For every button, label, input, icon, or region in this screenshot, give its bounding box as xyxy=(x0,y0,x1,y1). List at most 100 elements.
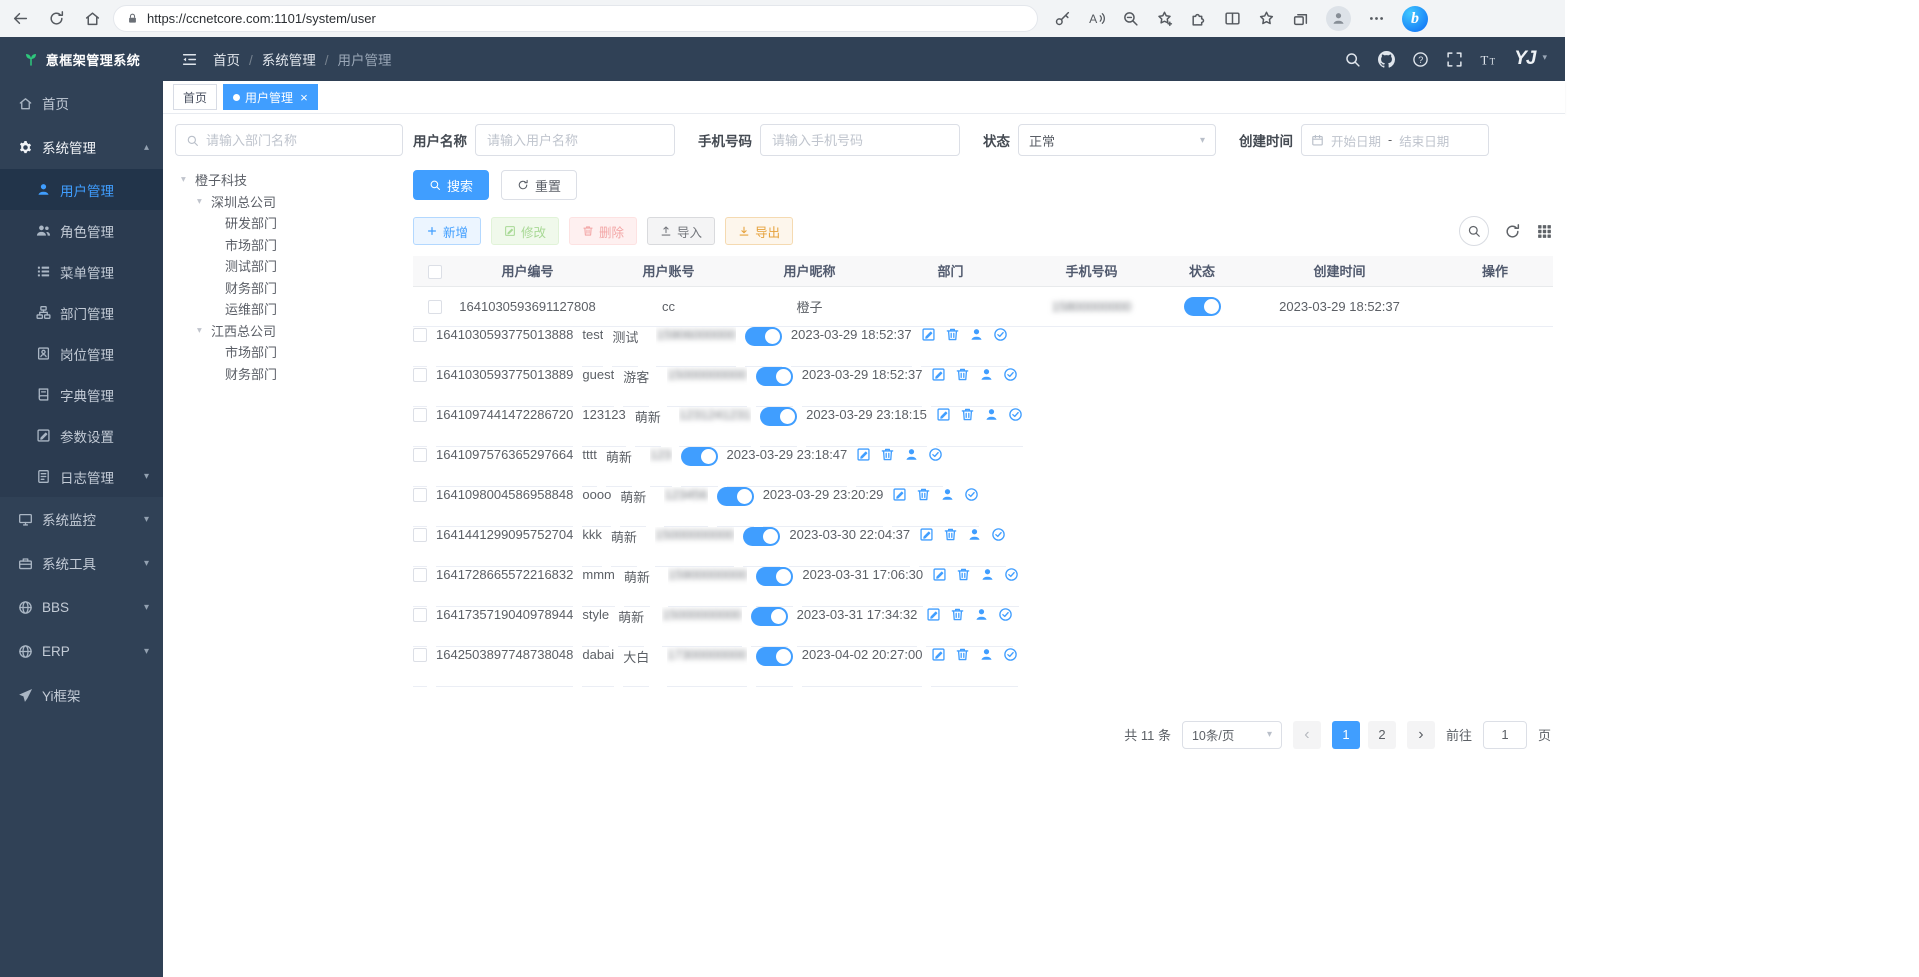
edit-row-icon[interactable] xyxy=(926,607,941,622)
row-checkbox[interactable] xyxy=(428,300,442,314)
export-button[interactable]: 导出 xyxy=(725,217,793,245)
reset-password-icon[interactable] xyxy=(980,567,995,582)
github-icon[interactable] xyxy=(1378,51,1395,68)
page-size-select[interactable]: 10条/页 xyxy=(1182,721,1282,749)
extensions-icon[interactable] xyxy=(1190,10,1207,27)
sidebar-item[interactable]: 系统工具 xyxy=(0,541,163,585)
delete-button[interactable]: 删除 xyxy=(569,217,637,245)
phone-input[interactable] xyxy=(760,124,960,156)
row-checkbox[interactable] xyxy=(413,648,427,662)
breadcrumb-item[interactable]: 系统管理 xyxy=(262,49,329,69)
font-size-icon[interactable]: TT xyxy=(1480,51,1497,68)
assign-role-icon[interactable] xyxy=(1003,647,1018,662)
sidebar-item[interactable]: 部门管理 xyxy=(0,292,163,333)
row-checkbox[interactable] xyxy=(413,448,427,462)
back-icon[interactable] xyxy=(12,10,29,27)
assign-role-icon[interactable] xyxy=(964,487,979,502)
status-toggle[interactable] xyxy=(745,327,782,346)
reset-password-icon[interactable] xyxy=(979,647,994,662)
edit-row-icon[interactable] xyxy=(936,407,951,422)
row-checkbox[interactable] xyxy=(413,328,427,342)
row-checkbox[interactable] xyxy=(413,608,427,622)
username-input[interactable] xyxy=(475,124,675,156)
delete-row-icon[interactable] xyxy=(880,447,895,462)
tab[interactable]: 用户管理 xyxy=(223,84,318,110)
delete-row-icon[interactable] xyxy=(960,407,975,422)
reset-password-icon[interactable] xyxy=(940,487,955,502)
bing-icon[interactable] xyxy=(1402,6,1428,32)
tree-node[interactable]: 深圳总公司 xyxy=(175,191,403,213)
fullscreen-icon[interactable] xyxy=(1446,51,1463,68)
delete-row-icon[interactable] xyxy=(955,367,970,382)
assign-role-icon[interactable] xyxy=(993,327,1008,342)
tree-node[interactable]: 江西总公司 xyxy=(175,320,403,342)
reset-password-icon[interactable] xyxy=(984,407,999,422)
row-checkbox[interactable] xyxy=(413,368,427,382)
reset-password-icon[interactable] xyxy=(969,327,984,342)
search-toggle-button[interactable] xyxy=(1459,216,1489,246)
edit-row-icon[interactable] xyxy=(856,447,871,462)
read-aloud-icon[interactable]: A xyxy=(1088,10,1105,27)
edit-row-icon[interactable] xyxy=(919,527,934,542)
refresh-icon[interactable] xyxy=(48,10,65,27)
sidebar-item[interactable]: 角色管理 xyxy=(0,210,163,251)
sidebar-item[interactable]: Yi框架 xyxy=(0,673,163,717)
assign-role-icon[interactable] xyxy=(1003,367,1018,382)
goto-page-input[interactable] xyxy=(1483,721,1527,749)
tree-node[interactable]: 市场部门 xyxy=(175,341,403,363)
menu-fold-icon[interactable] xyxy=(181,51,198,68)
tree-node[interactable]: 财务部门 xyxy=(175,277,403,299)
delete-row-icon[interactable] xyxy=(955,647,970,662)
help-icon[interactable]: ? xyxy=(1412,51,1429,68)
address-bar[interactable]: https://ccnetcore.com:1101/system/user xyxy=(113,5,1038,32)
tree-node[interactable]: 财务部门 xyxy=(175,363,403,385)
status-toggle[interactable] xyxy=(756,367,793,386)
delete-row-icon[interactable] xyxy=(956,567,971,582)
status-select[interactable]: 正常 xyxy=(1018,124,1216,156)
sidebar-item[interactable]: 参数设置 xyxy=(0,415,163,456)
password-key-icon[interactable] xyxy=(1054,10,1071,27)
reset-password-icon[interactable] xyxy=(979,367,994,382)
sidebar-item[interactable]: 菜单管理 xyxy=(0,251,163,292)
edit-row-icon[interactable] xyxy=(931,647,946,662)
search-icon[interactable] xyxy=(1344,51,1361,68)
status-toggle[interactable] xyxy=(1184,297,1221,316)
settings-more-icon[interactable] xyxy=(1368,10,1385,27)
modify-button[interactable]: 修改 xyxy=(491,217,559,245)
delete-row-icon[interactable] xyxy=(945,327,960,342)
sidebar-item[interactable]: 字典管理 xyxy=(0,374,163,415)
tree-node[interactable]: 市场部门 xyxy=(175,234,403,256)
collections-icon[interactable] xyxy=(1292,10,1309,27)
refresh-table-button[interactable] xyxy=(1504,223,1521,240)
status-toggle[interactable] xyxy=(751,607,788,626)
breadcrumb-item[interactable]: 首页 xyxy=(213,49,253,69)
date-range-picker[interactable]: 开始日期 - 结束日期 xyxy=(1301,124,1489,156)
sidebar-item[interactable]: BBS xyxy=(0,585,163,629)
close-icon[interactable] xyxy=(300,91,308,104)
user-logo[interactable]: YJ xyxy=(1514,48,1535,70)
reset-password-icon[interactable] xyxy=(974,607,989,622)
delete-row-icon[interactable] xyxy=(916,487,931,502)
assign-role-icon[interactable] xyxy=(998,607,1013,622)
tree-node[interactable]: 橙子科技 xyxy=(175,169,403,191)
edit-row-icon[interactable] xyxy=(932,567,947,582)
status-toggle[interactable] xyxy=(743,527,780,546)
select-all-checkbox[interactable] xyxy=(428,265,442,279)
prev-page-button[interactable] xyxy=(1293,721,1321,749)
assign-role-icon[interactable] xyxy=(1004,567,1019,582)
favorites-add-icon[interactable] xyxy=(1156,10,1173,27)
delete-row-icon[interactable] xyxy=(943,527,958,542)
row-checkbox[interactable] xyxy=(413,488,427,502)
reset-password-icon[interactable] xyxy=(967,527,982,542)
add-button[interactable]: 新增 xyxy=(413,217,481,245)
tab[interactable]: 首页 xyxy=(173,84,217,110)
status-toggle[interactable] xyxy=(756,567,793,586)
row-checkbox[interactable] xyxy=(413,528,427,542)
sidebar-item[interactable]: ERP xyxy=(0,629,163,673)
favorites-icon[interactable] xyxy=(1258,10,1275,27)
sidebar-item[interactable]: 首页 xyxy=(0,81,163,125)
reset-button[interactable]: 重置 xyxy=(501,170,577,200)
import-button[interactable]: 导入 xyxy=(647,217,715,245)
row-checkbox[interactable] xyxy=(413,568,427,582)
assign-role-icon[interactable] xyxy=(928,447,943,462)
